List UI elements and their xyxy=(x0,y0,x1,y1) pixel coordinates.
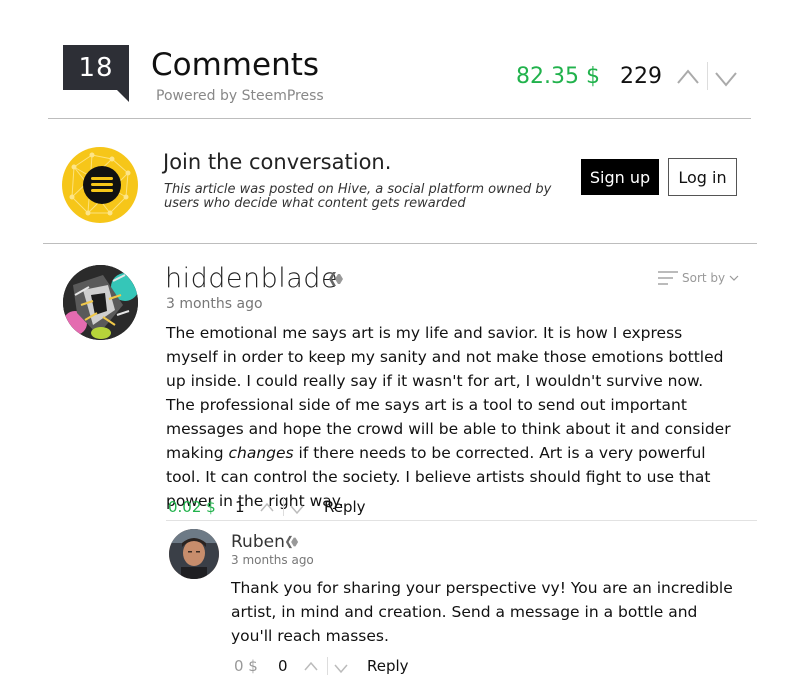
post-payout: 82.35 $ xyxy=(516,64,600,89)
abstract-art-avatar-image xyxy=(63,265,138,340)
sort-lines-icon xyxy=(658,271,678,285)
join-divider xyxy=(43,243,757,244)
comment-body: The emotional me says art is my life and… xyxy=(166,321,736,513)
avatar[interactable] xyxy=(169,529,219,579)
header-divider xyxy=(48,118,751,119)
join-description: This article was posted on Hive, a socia… xyxy=(164,182,552,211)
hive-network-icon xyxy=(69,152,131,216)
downvote-icon[interactable] xyxy=(289,504,305,516)
hive-badge-icon xyxy=(329,272,343,286)
upvote-icon[interactable] xyxy=(303,660,319,672)
comment-count-badge-tail xyxy=(117,90,129,102)
vote-divider xyxy=(707,62,708,90)
post-vote-count: 229 xyxy=(620,64,662,89)
reply-button[interactable]: Reply xyxy=(367,657,409,675)
avatar[interactable] xyxy=(63,265,138,340)
vote-divider xyxy=(327,657,328,675)
user-photo-avatar-image xyxy=(169,529,219,579)
vote-divider xyxy=(283,498,284,516)
comment-timestamp: 3 months ago xyxy=(166,296,263,312)
comment-count-badge: 18 xyxy=(63,45,129,90)
hive-badge-icon xyxy=(285,535,299,549)
reply-button[interactable]: Reply xyxy=(324,498,366,516)
powered-by-text: Powered by SteemPress xyxy=(156,88,324,104)
join-title: Join the conversation. xyxy=(163,150,392,174)
sort-by-label: Sort by xyxy=(682,271,726,285)
sign-up-button[interactable]: Sign up xyxy=(581,159,659,195)
hive-logo xyxy=(62,147,138,223)
upvote-icon[interactable] xyxy=(259,501,275,513)
comment-count: 18 xyxy=(78,52,114,83)
comment-payout: 0.02 $ xyxy=(168,498,216,516)
comment-body-emphasis: changes xyxy=(228,444,294,462)
comment-vote-count: 1 xyxy=(235,498,245,516)
comment-body-text: The emotional me says art is my life and… xyxy=(166,324,731,462)
comment-body: Thank you for sharing your perspective v… xyxy=(231,579,733,645)
page-title: Comments xyxy=(151,47,320,83)
comment-payout: 0 $ xyxy=(234,657,258,675)
reply-divider xyxy=(166,520,757,521)
chevron-down-icon xyxy=(729,275,739,281)
upvote-icon[interactable] xyxy=(676,66,700,86)
comment-vote-count: 0 xyxy=(278,657,288,675)
downvote-icon[interactable] xyxy=(714,70,738,90)
comment-author[interactable]: hiddenblade xyxy=(165,263,338,294)
sort-by-dropdown[interactable]: Sort by xyxy=(658,271,739,285)
comment-author[interactable]: Ruben xyxy=(231,532,285,552)
comment-timestamp: 3 months ago xyxy=(231,553,314,567)
log-in-button[interactable]: Log in xyxy=(668,158,737,196)
downvote-icon[interactable] xyxy=(333,663,349,675)
